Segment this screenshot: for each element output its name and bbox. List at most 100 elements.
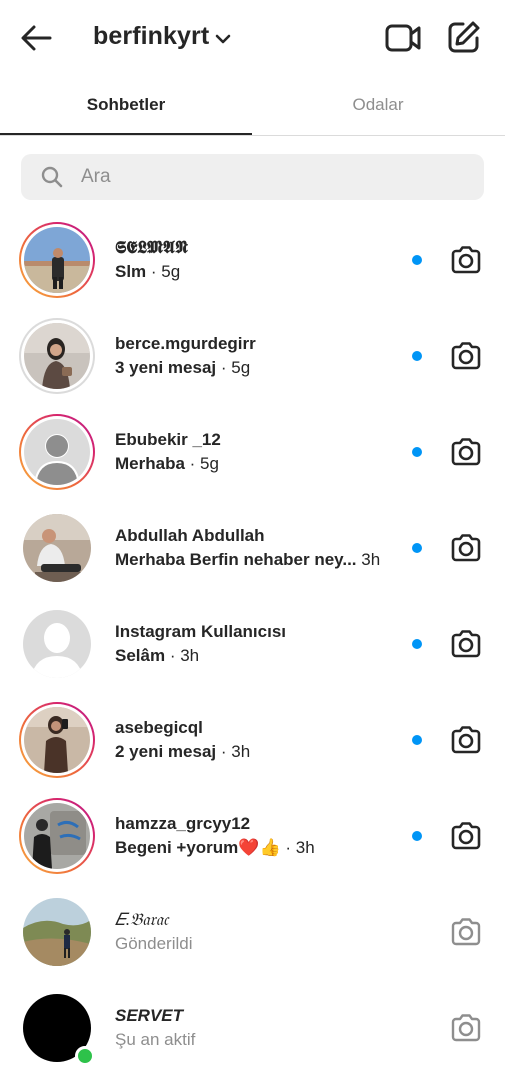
camera-button[interactable] — [449, 723, 483, 757]
conversation-row[interactable]: SERVET Şu an aktif — [0, 980, 505, 1076]
camera-icon — [451, 822, 481, 850]
camera-button[interactable] — [449, 339, 483, 373]
conversation-name: berce.mgurdegirr — [115, 334, 256, 353]
message-preview: 2 yeni mesaj · 3h — [115, 742, 250, 762]
camera-icon — [451, 438, 481, 466]
conversation-row[interactable]: berce.mgurdegirr 3 yeni mesaj · 5g — [0, 308, 505, 404]
camera-button[interactable] — [449, 627, 483, 661]
conversation-row[interactable]: Abdullah Abdullah Merhaba Berfin nehaber… — [0, 500, 505, 596]
avatar[interactable] — [19, 606, 95, 682]
conversation-row[interactable]: Ebubekir _12 Merhaba · 5g — [0, 404, 505, 500]
new-message-icon — [448, 21, 480, 53]
message-preview: Merhaba · 5g — [115, 454, 219, 474]
conversation-name: hamzza_grcyy12 — [115, 814, 251, 833]
message-text: 3 yeni mesaj — [115, 358, 217, 377]
message-preview: Gönderildi — [115, 934, 193, 954]
conversation-row[interactable]: 𝕾𝕰𝕷𝕸𝕬𝕹 Slm · 5g — [0, 212, 505, 308]
conversation-row[interactable]: 𝐸.𝔅𝔞𝔯𝔞𝔠 Gönderildi — [0, 884, 505, 980]
header: berfinkyrt — [0, 0, 505, 76]
message-text: Gönderildi — [115, 934, 193, 953]
conversation-name: 𝐸.𝔅𝔞𝔯𝔞𝔠 — [115, 910, 169, 929]
camera-button[interactable] — [449, 819, 483, 853]
search-input[interactable] — [81, 154, 461, 200]
default-avatar-icon — [23, 610, 91, 678]
video-call-button[interactable] — [384, 20, 422, 56]
message-text: Selâm — [115, 646, 166, 665]
chevron-down-icon — [216, 34, 231, 43]
tab-chats[interactable]: Sohbetler — [0, 76, 252, 134]
unread-indicator — [412, 639, 422, 649]
avatar[interactable] — [19, 798, 95, 874]
message-time: · 3h — [169, 646, 200, 665]
camera-button[interactable] — [449, 1011, 483, 1045]
video-camera-icon — [385, 24, 421, 52]
search-bar[interactable] — [21, 154, 484, 200]
camera-icon — [451, 246, 481, 274]
conversation-name: asebegicql — [115, 718, 203, 737]
avatar-image — [24, 803, 90, 869]
camera-button[interactable] — [449, 531, 483, 565]
avatar[interactable] — [19, 318, 95, 394]
message-text: Merhaba Berfin nehaber ney... — [115, 550, 357, 569]
camera-icon — [451, 918, 481, 946]
conversation-row[interactable]: hamzza_grcyy12 Begeni +yorum❤️👍 · 3h — [0, 788, 505, 884]
camera-icon — [451, 534, 481, 562]
camera-icon — [451, 630, 481, 658]
unread-indicator — [412, 351, 422, 361]
avatar[interactable] — [19, 414, 95, 490]
message-preview: 3 yeni mesaj · 5g — [115, 358, 250, 378]
message-time: · 5g — [220, 358, 251, 377]
conversation-name: 𝕾𝕰𝕷𝕸𝕬𝕹 — [115, 238, 188, 257]
tab-bar: Sohbetler Odalar — [0, 76, 505, 136]
avatar[interactable] — [19, 702, 95, 778]
message-time: · 5g — [189, 454, 219, 473]
message-time: · 5g — [150, 262, 181, 281]
unread-indicator — [412, 831, 422, 841]
avatar-image — [24, 707, 90, 773]
avatar-image — [23, 514, 91, 582]
camera-icon — [451, 1014, 481, 1042]
message-time: · 3h — [220, 742, 251, 761]
conversation-row[interactable]: asebegicql 2 yeni mesaj · 3h — [0, 692, 505, 788]
message-preview: Begeni +yorum❤️👍 · 3h — [115, 838, 315, 858]
tab-divider — [0, 135, 505, 136]
message-time: · 3h — [285, 838, 315, 857]
message-time: 3h — [361, 550, 381, 569]
online-status-indicator — [75, 1046, 95, 1066]
unread-indicator — [412, 447, 422, 457]
unread-indicator — [412, 735, 422, 745]
message-preview: Selâm · 3h — [115, 646, 199, 666]
active-status-text: Şu an aktif — [115, 1030, 196, 1049]
message-text: Slm — [115, 262, 147, 281]
account-switcher[interactable]: berfinkyrt — [93, 22, 231, 51]
conversation-name: Ebubekir _12 — [115, 430, 221, 449]
camera-icon — [451, 726, 481, 754]
back-arrow-icon — [21, 25, 52, 51]
message-text: Begeni +yorum❤️👍 — [115, 838, 281, 857]
message-text: 2 yeni mesaj — [115, 742, 217, 761]
page-title: berfinkyrt — [93, 22, 210, 50]
back-button[interactable] — [18, 20, 54, 56]
avatar-image — [23, 898, 91, 966]
avatar[interactable] — [19, 894, 95, 970]
avatar[interactable] — [19, 990, 95, 1066]
search-icon — [41, 166, 63, 188]
conversation-name: Abdullah Abdullah — [115, 526, 265, 545]
camera-button[interactable] — [449, 243, 483, 277]
unread-indicator — [412, 543, 422, 553]
avatar-image — [24, 227, 90, 293]
camera-button[interactable] — [449, 435, 483, 469]
message-preview: Slm · 5g — [115, 262, 180, 282]
conversation-name: SERVET — [115, 1006, 184, 1025]
tab-rooms[interactable]: Odalar — [252, 76, 504, 134]
conversation-name: Instagram Kullanıcısı — [115, 622, 286, 641]
conversation-row[interactable]: Instagram Kullanıcısı Selâm · 3h — [0, 596, 505, 692]
message-preview: Merhaba Berfin nehaber ney... 3h — [115, 550, 380, 570]
camera-button[interactable] — [449, 915, 483, 949]
new-message-button[interactable] — [446, 19, 482, 55]
camera-icon — [451, 342, 481, 370]
avatar[interactable] — [19, 510, 95, 586]
avatar-image — [24, 323, 90, 389]
default-avatar-icon — [24, 419, 90, 485]
avatar[interactable] — [19, 222, 95, 298]
